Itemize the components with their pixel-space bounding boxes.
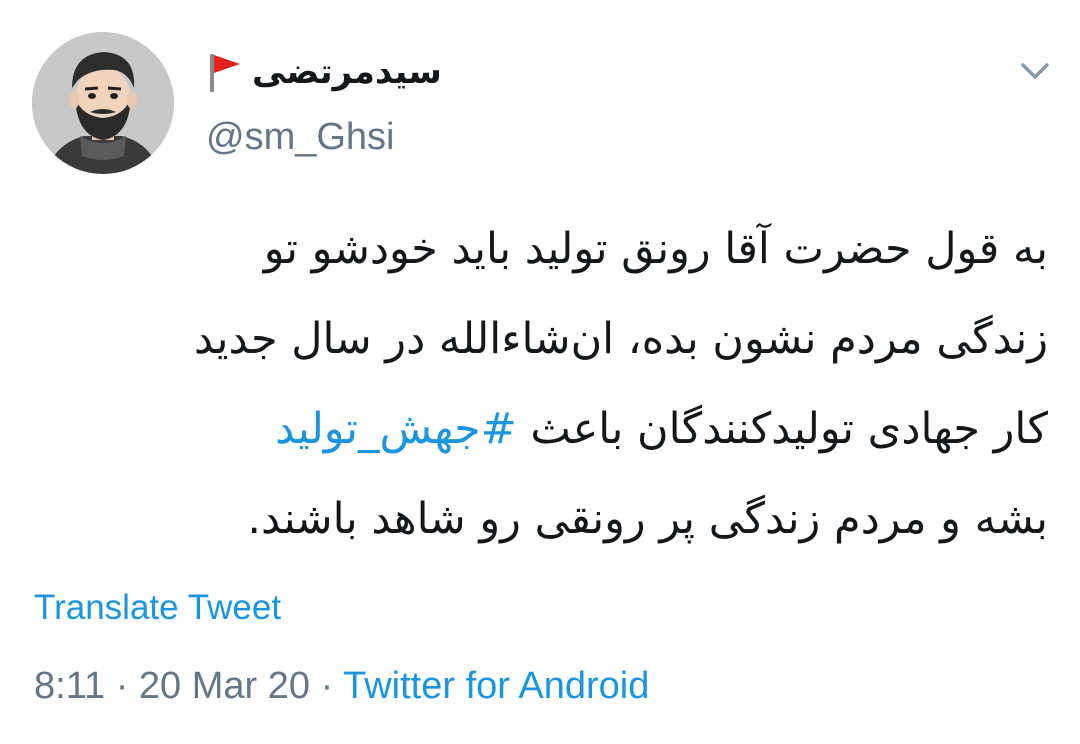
tweet: سیدمرتضی @sm_Ghsi به قول حضرت آقا رونق ت… — [0, 0, 1080, 744]
tweet-date[interactable]: 20 Mar 20 — [139, 665, 310, 707]
hashtag-link[interactable]: #جهش_تولید — [275, 404, 517, 454]
tweet-metadata: 8:11 · 20 Mar 20 · Twitter for Android — [34, 665, 649, 708]
display-name-row[interactable]: سیدمرتضی — [206, 46, 442, 98]
tweet-source-link[interactable]: Twitter for Android — [343, 665, 649, 707]
tweet-text-line: بشه و مردم زندگی پر رونقی رو شاهد باشند. — [247, 494, 1048, 544]
tweet-text-line: کار جهادی تولیدکنندگان باعث #جهش_تولید — [36, 384, 1048, 474]
tweet-text-line: زندگی مردم نشون بده، ان‌شاءالله در سال ج… — [193, 314, 1048, 364]
tweet-time[interactable]: 8:11 — [34, 665, 105, 707]
tweet-text: به قول حضرت آقا رونق تولید باید خودشو تو… — [36, 204, 1048, 564]
display-name: سیدمرتضی — [252, 52, 442, 92]
translate-tweet-link[interactable]: Translate Tweet — [34, 588, 281, 628]
separator: · — [320, 665, 334, 707]
avatar-illustration — [32, 32, 174, 174]
chevron-down-icon[interactable] — [1018, 58, 1052, 84]
tweet-text-line: به قول حضرت آقا رونق تولید باید خودشو تو — [263, 224, 1048, 274]
tweet-text-segment: کار جهادی تولیدکنندگان باعث — [516, 404, 1048, 454]
separator: · — [115, 665, 129, 707]
red-flag-icon — [210, 54, 240, 92]
avatar[interactable] — [32, 32, 174, 174]
username[interactable]: @sm_Ghsi — [206, 116, 395, 159]
